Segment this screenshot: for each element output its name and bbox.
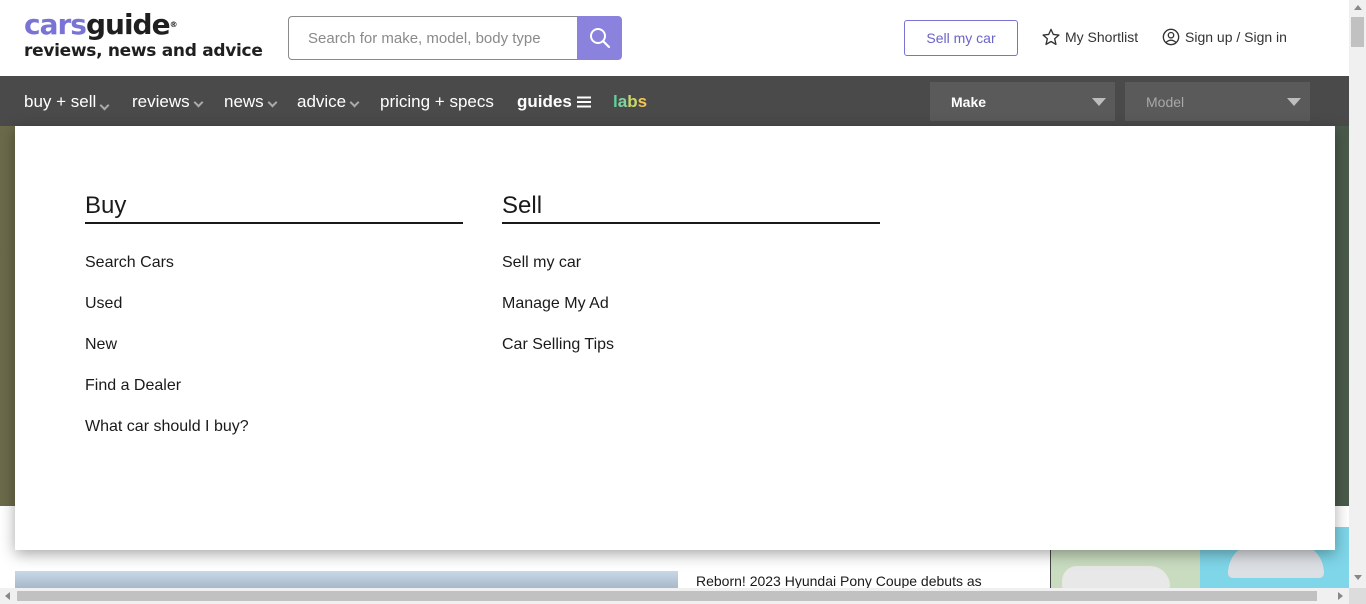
menu-link-sell-my-car[interactable]: Sell my car [502,253,880,294]
logo-registered-mark: ® [169,20,178,29]
labs-letter: s [637,92,648,111]
ad-car-image [1062,566,1170,588]
menu-list-sell: Sell my car Manage My Ad Car Selling Tip… [502,253,880,376]
nav-buy-sell[interactable]: buy + sell [24,92,110,112]
menu-heading-buy: Buy [85,192,463,224]
menu-link-what-car[interactable]: What car should I buy? [85,417,463,458]
article-headline[interactable]: Reborn! 2023 Hyundai Pony Coupe debuts a… [696,573,982,589]
nav-pricing-specs[interactable]: pricing + specs [380,92,494,112]
menu-link-find-dealer[interactable]: Find a Dealer [85,376,463,417]
search-bar [288,16,622,60]
dropdown-arrow-icon [1092,98,1106,106]
sign-in-link[interactable]: Sign up / Sign in [1162,28,1287,46]
chevron-down-icon [193,97,204,108]
scroll-left-arrow-icon[interactable] [5,592,10,600]
search-input[interactable] [288,16,578,60]
scrollbar-corner [1349,588,1366,604]
horizontal-scrollbar[interactable] [0,588,1349,604]
labs-letter: b [627,92,638,111]
scroll-down-arrow-icon[interactable] [1354,575,1362,580]
site-header: carsguide® reviews, news and advice Sell… [0,0,1349,76]
horizontal-scroll-thumb[interactable] [17,591,1317,601]
menu-link-used[interactable]: Used [85,294,463,335]
menu-heading-sell: Sell [502,192,880,224]
logo-text-guide: guide [85,8,171,41]
nav-label: pricing + specs [380,92,494,111]
nav-label: reviews [132,92,190,111]
sell-my-car-button[interactable]: Sell my car [904,20,1018,56]
chevron-down-icon [267,97,278,108]
menu-link-manage-ad[interactable]: Manage My Ad [502,294,880,335]
sign-in-label: Sign up / Sign in [1185,29,1287,45]
nav-label: buy + sell [24,92,97,111]
nav-label: news [224,92,264,111]
menu-column-buy: Buy Search Cars Used New Find a Dealer W… [85,192,463,458]
search-icon [589,28,610,49]
scroll-up-arrow-icon[interactable] [1354,5,1362,10]
labs-letter: a [617,92,628,111]
nav-advice[interactable]: advice [297,92,360,112]
nav-label: advice [297,92,347,111]
vertical-scrollbar[interactable] [1349,0,1366,588]
nav-guides[interactable]: guides [517,92,592,112]
nav-label: guides [517,92,572,111]
article-thumbnail[interactable] [15,571,678,588]
menu-link-selling-tips[interactable]: Car Selling Tips [502,335,880,376]
menu-column-sell: Sell Sell my car Manage My Ad Car Sellin… [502,192,880,376]
star-icon [1042,28,1060,46]
nav-reviews[interactable]: reviews [132,92,204,112]
nav-news[interactable]: news [224,92,278,112]
logo-tagline: reviews, news and advice [24,41,263,61]
dropdown-arrow-icon [1287,98,1301,106]
user-circle-icon [1162,28,1180,46]
logo-text-cars: cars [24,8,87,41]
menu-link-new[interactable]: New [85,335,463,376]
vertical-scroll-thumb[interactable] [1351,17,1364,47]
chevron-down-icon [349,97,360,108]
menu-list-buy: Search Cars Used New Find a Dealer What … [85,253,463,458]
model-select-label: Model [1146,93,1185,110]
model-select[interactable]: Model [1125,82,1310,121]
main-navigation: buy + sell reviews news advice pricing +… [0,76,1349,126]
my-shortlist-link[interactable]: My Shortlist [1042,28,1138,46]
make-select[interactable]: Make [930,82,1115,121]
buy-sell-mega-menu: Buy Search Cars Used New Find a Dealer W… [15,126,1335,550]
site-logo[interactable]: carsguide® reviews, news and advice [24,10,263,62]
search-button[interactable] [577,16,622,60]
shortlist-label: My Shortlist [1065,29,1139,45]
make-select-label: Make [951,93,987,110]
scroll-right-arrow-icon[interactable] [1338,592,1343,600]
chevron-down-icon [99,100,110,111]
hamburger-icon [576,96,591,108]
menu-link-search-cars[interactable]: Search Cars [85,253,463,294]
nav-labs[interactable]: labs [613,92,647,112]
